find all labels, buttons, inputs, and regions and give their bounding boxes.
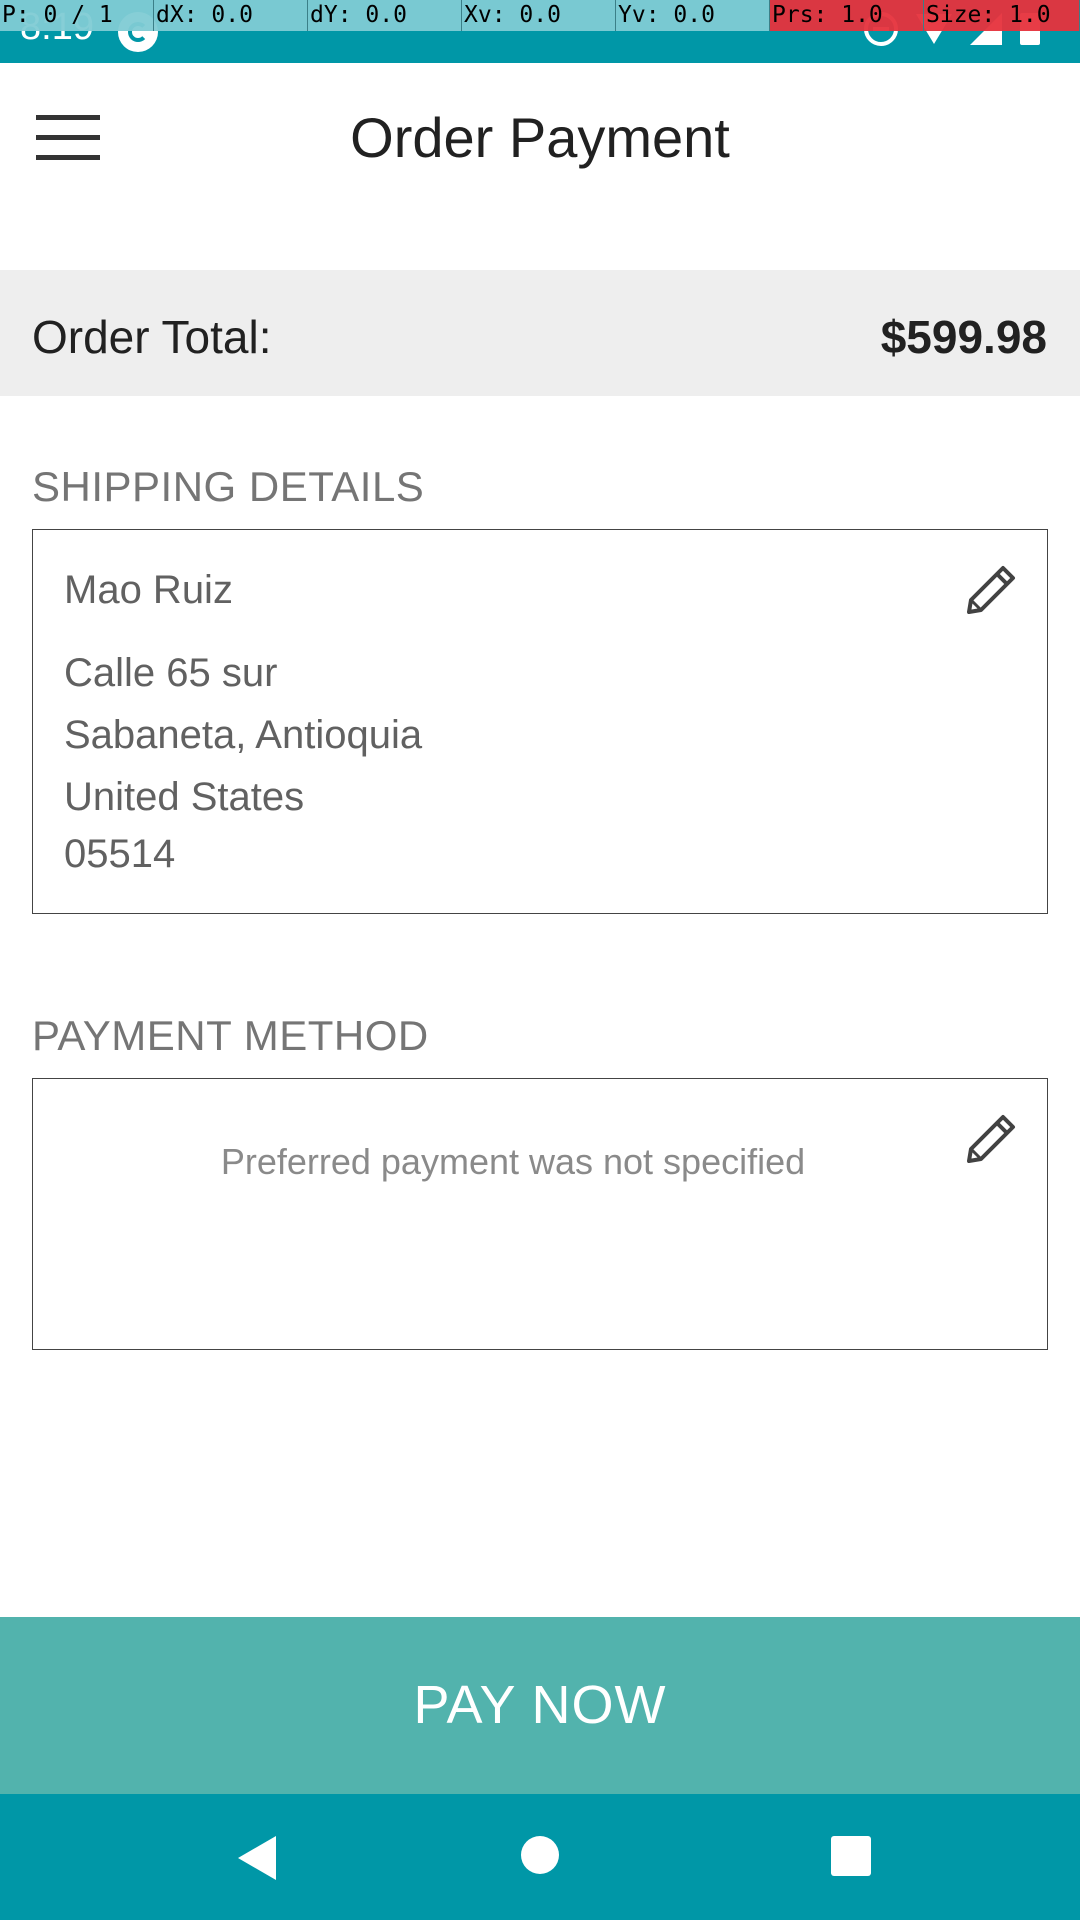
order-total-value: $599.98	[880, 311, 1047, 363]
edit-shipping-button[interactable]	[961, 560, 1021, 620]
navigation-bar	[0, 1794, 1080, 1920]
shipping-postal-code: 05514	[64, 832, 176, 876]
order-total-label: Order Total:	[32, 311, 272, 363]
shipping-city-region: Sabaneta, Antioquia	[64, 713, 423, 757]
page-title: Order Payment	[350, 106, 730, 169]
debug-yv: Yv: 0.0	[616, 0, 770, 31]
order-total-bar: Order Total: $599.98	[0, 270, 1080, 396]
recents-icon[interactable]	[831, 1836, 871, 1876]
debug-pressure: Prs: 1.0	[770, 0, 924, 31]
pencil-icon	[967, 1115, 1015, 1163]
home-icon[interactable]	[521, 1836, 559, 1874]
debug-dx: dX: 0.0	[154, 0, 308, 31]
pointer-debug-overlay: P: 0 / 1 dX: 0.0 dY: 0.0 Xv: 0.0 Yv: 0.0…	[0, 0, 1080, 31]
shipping-details-card: Mao Ruiz Calle 65 sur Sabaneta, Antioqui…	[32, 529, 1048, 914]
debug-pointer: P: 0 / 1	[0, 0, 154, 31]
payment-empty-text: Preferred payment was not specified	[220, 1141, 806, 1182]
shipping-country: United States	[64, 775, 305, 819]
payment-method-card: Preferred payment was not specified	[32, 1078, 1048, 1350]
pencil-icon	[967, 566, 1015, 614]
shipping-details-heading: SHIPPING DETAILS	[32, 463, 425, 510]
debug-size: Size: 1.0	[924, 0, 1080, 31]
shipping-name: Mao Ruiz	[64, 568, 233, 612]
debug-dy: dY: 0.0	[308, 0, 462, 31]
back-icon[interactable]	[238, 1836, 276, 1880]
payment-method-heading: PAYMENT METHOD	[32, 1012, 429, 1059]
app-bar: Order Payment	[0, 63, 1080, 208]
debug-xv: Xv: 0.0	[462, 0, 616, 31]
pay-now-button[interactable]: PAY NOW	[0, 1617, 1080, 1794]
shipping-street: Calle 65 sur	[64, 651, 278, 695]
edit-payment-button[interactable]	[961, 1109, 1021, 1169]
